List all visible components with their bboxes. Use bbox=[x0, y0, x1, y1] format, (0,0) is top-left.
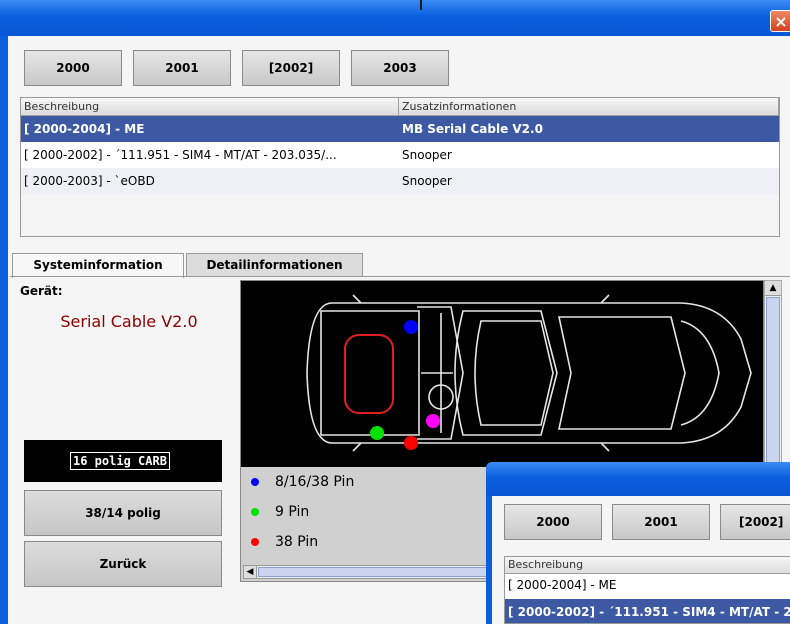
year-button-2002[interactable]: [2002] bbox=[242, 50, 340, 86]
column-header-description[interactable]: Beschreibung bbox=[21, 98, 399, 116]
pin16-carb-label: 16 polig CARB bbox=[70, 452, 170, 470]
tabs-baseline bbox=[10, 276, 790, 277]
year-button-2001[interactable]: 2001 bbox=[133, 50, 231, 86]
marker-red bbox=[404, 436, 418, 450]
secondary-year-button-2001[interactable]: 2001 bbox=[612, 504, 710, 540]
titlebar-divider bbox=[420, 0, 422, 10]
legend-row: 8/16/38 Pin bbox=[251, 471, 354, 493]
vertical-scrollbar[interactable]: ▲ bbox=[764, 280, 782, 470]
row-extra: MB Serial Cable V2.0 bbox=[402, 122, 543, 136]
main-window-titlebar bbox=[0, 0, 790, 36]
legend-dot-red bbox=[251, 538, 259, 546]
row-description: [ 2000-2004] - ME bbox=[24, 122, 145, 136]
back-button[interactable]: Zurück bbox=[24, 541, 222, 587]
scrollbar-thumb[interactable] bbox=[258, 567, 490, 577]
table-row[interactable]: [ 2000-2003] - `eOBD Snooper bbox=[21, 168, 779, 194]
vertical-scroll-thumb[interactable] bbox=[766, 297, 780, 467]
legend-row: 9 Pin bbox=[251, 501, 309, 523]
horizontal-scrollbar[interactable]: ◀ bbox=[243, 565, 493, 579]
legend-row: 38 Pin bbox=[251, 531, 318, 553]
marker-green bbox=[370, 426, 384, 440]
tab-systeminformation[interactable]: Systeminformation bbox=[12, 253, 184, 278]
legend-label: 9 Pin bbox=[275, 504, 310, 520]
pin16-carb-button[interactable]: 16 polig CARB bbox=[24, 440, 222, 482]
pin38-14-button[interactable]: 38/14 polig bbox=[24, 490, 222, 536]
year-button-2003[interactable]: 2003 bbox=[351, 50, 449, 86]
car-diagram bbox=[241, 281, 763, 467]
secondary-year-button-2002[interactable]: [2002] bbox=[720, 504, 790, 540]
device-label: Gerät: bbox=[20, 284, 63, 298]
device-name: Serial Cable V2.0 bbox=[60, 312, 198, 331]
column-header-extra[interactable]: Zusatzinformationen bbox=[399, 98, 779, 116]
table-row[interactable]: [ 2000-2004] - ME MB Serial Cable V2.0 bbox=[21, 116, 779, 142]
close-button[interactable]: × bbox=[770, 10, 790, 32]
secondary-table-row[interactable]: [ 2000-2004] - ME bbox=[505, 573, 790, 597]
row-extra: Snooper bbox=[402, 174, 452, 188]
scroll-up-icon[interactable]: ▲ bbox=[765, 281, 781, 296]
marker-blue bbox=[404, 320, 418, 334]
table-row[interactable]: [ 2000-2002] - ´111.951 - SIM4 - MT/AT -… bbox=[21, 142, 779, 168]
row-extra: Snooper bbox=[402, 148, 452, 162]
row-description: [ 2000-2002] - ´111.951 - SIM4 - MT/AT -… bbox=[24, 148, 337, 162]
year-button-2000[interactable]: 2000 bbox=[24, 50, 122, 86]
tab-detailinformationen[interactable]: Detailinformationen bbox=[186, 253, 363, 277]
secondary-table-row[interactable]: [ 2000-2002] - ´111.951 - SIM4 - MT/AT -… bbox=[505, 599, 790, 623]
legend-label: 8/16/38 Pin bbox=[275, 474, 355, 490]
legend-dot-blue bbox=[251, 478, 259, 486]
scroll-left-icon[interactable]: ◀ bbox=[244, 566, 257, 578]
legend-dot-green bbox=[251, 508, 259, 516]
secondary-column-header[interactable]: Beschreibung bbox=[505, 557, 790, 574]
marker-magenta bbox=[426, 414, 440, 428]
row-description: [ 2000-2003] - `eOBD bbox=[24, 174, 155, 188]
window-frame-left bbox=[0, 36, 8, 624]
secondary-window: 2000 2001 [2002] Beschreibung [ 2000-200… bbox=[486, 462, 790, 624]
secondary-window-titlebar bbox=[486, 462, 790, 496]
secondary-table: Beschreibung [ 2000-2004] - ME [ 2000-20… bbox=[504, 556, 790, 624]
vehicle-table: Beschreibung Zusatzinformationen [ 2000-… bbox=[20, 97, 780, 237]
secondary-year-button-2000[interactable]: 2000 bbox=[504, 504, 602, 540]
legend-label: 38 Pin bbox=[275, 534, 319, 550]
